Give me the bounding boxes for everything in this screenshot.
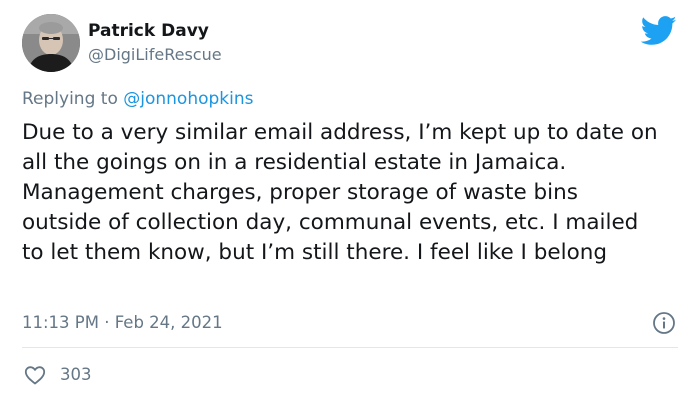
heart-icon[interactable] xyxy=(23,363,47,387)
reply-context: Replying to @jonnohopkins xyxy=(22,88,254,110)
info-icon[interactable] xyxy=(652,311,676,335)
user-handle[interactable]: @DigiLifeRescue xyxy=(88,44,222,66)
reply-prefix: Replying to xyxy=(22,89,124,109)
twitter-bird-icon[interactable] xyxy=(641,16,677,46)
like-count: 303 xyxy=(60,365,92,384)
display-name[interactable]: Patrick Davy xyxy=(88,20,209,42)
reply-mention-link[interactable]: @jonnohopkins xyxy=(123,89,253,109)
divider xyxy=(22,347,678,348)
tweet-timestamp[interactable]: 11:13 PM · Feb 24, 2021 xyxy=(22,312,223,334)
avatar[interactable] xyxy=(22,14,80,72)
tweet-card: Patrick Davy @DigiLifeRescue Replying to… xyxy=(0,0,700,402)
avatar-photo xyxy=(22,14,80,72)
tweet-text: Due to a very similar email address, I’m… xyxy=(22,120,658,265)
